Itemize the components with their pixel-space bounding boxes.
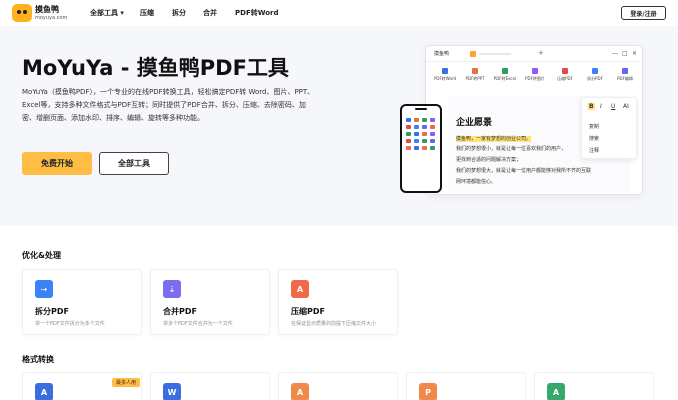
phone-notch (415, 108, 427, 110)
ppt-icon: P (419, 383, 437, 400)
mockup-tool: PDF编辑 (610, 68, 640, 82)
login-button[interactable]: 登录/注册 (621, 6, 666, 20)
brand-domain: moyuya.com (35, 15, 68, 21)
ppt-icon (472, 68, 478, 74)
split-icon (592, 68, 598, 74)
close-icon: ✕ (632, 50, 638, 57)
brand-name[interactable]: 摸鱼鸭 (35, 4, 59, 15)
mockup-divider (426, 61, 642, 62)
nav-pdf-to-word[interactable]: PDF转Word (235, 8, 278, 18)
compress-icon (562, 68, 568, 74)
card-title: 压缩PDF (291, 307, 325, 316)
format-card[interactable]: P (406, 372, 526, 400)
format-card[interactable]: A (278, 372, 398, 400)
hero-description: MoYuYa（摸鱼鸭PDF），一个专业的在线PDF转换工具，轻松搞定PDF转 W… (22, 88, 315, 122)
ai-icon: AI (623, 103, 629, 110)
menu-annotate: 注释 (589, 148, 600, 154)
start-free-button[interactable]: 免费开始 (22, 152, 92, 175)
split-pdf-icon: ⇢ (35, 280, 53, 298)
phone-mockup (400, 104, 442, 193)
phone-app-grid (406, 118, 438, 150)
top-nav: 摸鱼鸭 moyuya.com 全部工具 ▾ 压缩 拆分 合并 PDF转Word … (0, 0, 678, 26)
doc-line: 我们的梦想很小，就是让每一位喜欢我们的用户， (456, 146, 567, 152)
mockup-tool: 拆分PDF (580, 68, 610, 82)
hero-title: MoYuYa - 摸鱼鸭PDF工具 (22, 56, 289, 80)
italic-icon: I (600, 103, 602, 110)
format-card[interactable]: W (150, 372, 270, 400)
word-icon: A (35, 383, 53, 400)
mockup-tool: PDF转PPT (460, 68, 490, 82)
section-title-optimize: 优化&处理 (22, 251, 61, 260)
tool-card-split[interactable]: ⇢ 拆分PDF 将一个PDF文件拆分为多个文件 (22, 269, 142, 335)
mockup-tool: PDF转Word (430, 68, 460, 82)
minimize-icon: — (612, 50, 618, 57)
nav-merge[interactable]: 合并 (203, 8, 217, 18)
section-title-format: 格式转换 (22, 355, 54, 364)
card-description: 在保证显示质量的前提下压缩文件大小 (291, 321, 377, 327)
doc-line: 摸鱼鸭，一家有梦想的创业公司。 (456, 136, 532, 142)
compress-pdf-icon: A (291, 280, 309, 298)
doc-line: 更找到合适的问题解决方案； (456, 157, 522, 163)
mockup-tool: PDF转图片 (520, 68, 550, 82)
format-card[interactable]: A (534, 372, 654, 400)
doc-title: 企业愿景 (456, 118, 493, 128)
mockup-address-bar (479, 53, 511, 55)
card-description: 将一个PDF文件拆分为多个文件 (35, 321, 105, 327)
word-icon: W (163, 383, 181, 400)
mockup-tool: 压缩PDF (550, 68, 580, 82)
most-used-badge: 最多人用 (112, 378, 141, 387)
nav-compress[interactable]: 压缩 (140, 8, 154, 18)
mockup-tab-icon (470, 51, 476, 57)
menu-copy: 复制 (589, 124, 600, 130)
word-icon (442, 68, 448, 74)
ppt-icon: A (291, 383, 309, 400)
underline-icon: U (611, 103, 616, 110)
mockup-tool: PDF转Excel (490, 68, 520, 82)
nav-split[interactable]: 拆分 (172, 8, 186, 18)
maximize-icon: □ (622, 50, 628, 57)
nav-all-tools[interactable]: 全部工具 ▾ (90, 8, 124, 18)
all-tools-button[interactable]: 全部工具 (99, 152, 169, 175)
excel-icon: A (547, 383, 565, 400)
image-icon (532, 68, 538, 74)
menu-search: 搜索 (589, 136, 600, 142)
tool-card-merge[interactable]: ⇣ 合并PDF 将多个PDF文件合并为一个文件 (150, 269, 270, 335)
merge-pdf-icon: ⇣ (163, 280, 181, 298)
format-card[interactable]: A 最多人用 (22, 372, 142, 400)
context-menu: B I U AI 复制 搜索 注释 (581, 97, 637, 159)
edit-icon (622, 68, 628, 74)
bold-icon: B (588, 103, 595, 110)
doc-line: 网环境都能信心。 (456, 179, 497, 185)
card-description: 将多个PDF文件合并为一个文件 (163, 321, 233, 327)
card-title: 合并PDF (163, 307, 197, 316)
card-title: 拆分PDF (35, 307, 69, 316)
mockup-new-tab-icon: + (538, 49, 544, 57)
duck-logo-icon[interactable] (12, 4, 32, 22)
excel-icon (502, 68, 508, 74)
tool-card-compress[interactable]: A 压缩PDF 在保证显示质量的前提下压缩文件大小 (278, 269, 398, 335)
mockup-tab-label: 摸鱼鸭 (434, 51, 450, 57)
doc-line: 我们的梦想很大，就是让每一位用户都能够对我所不齐的互联 (456, 168, 592, 174)
